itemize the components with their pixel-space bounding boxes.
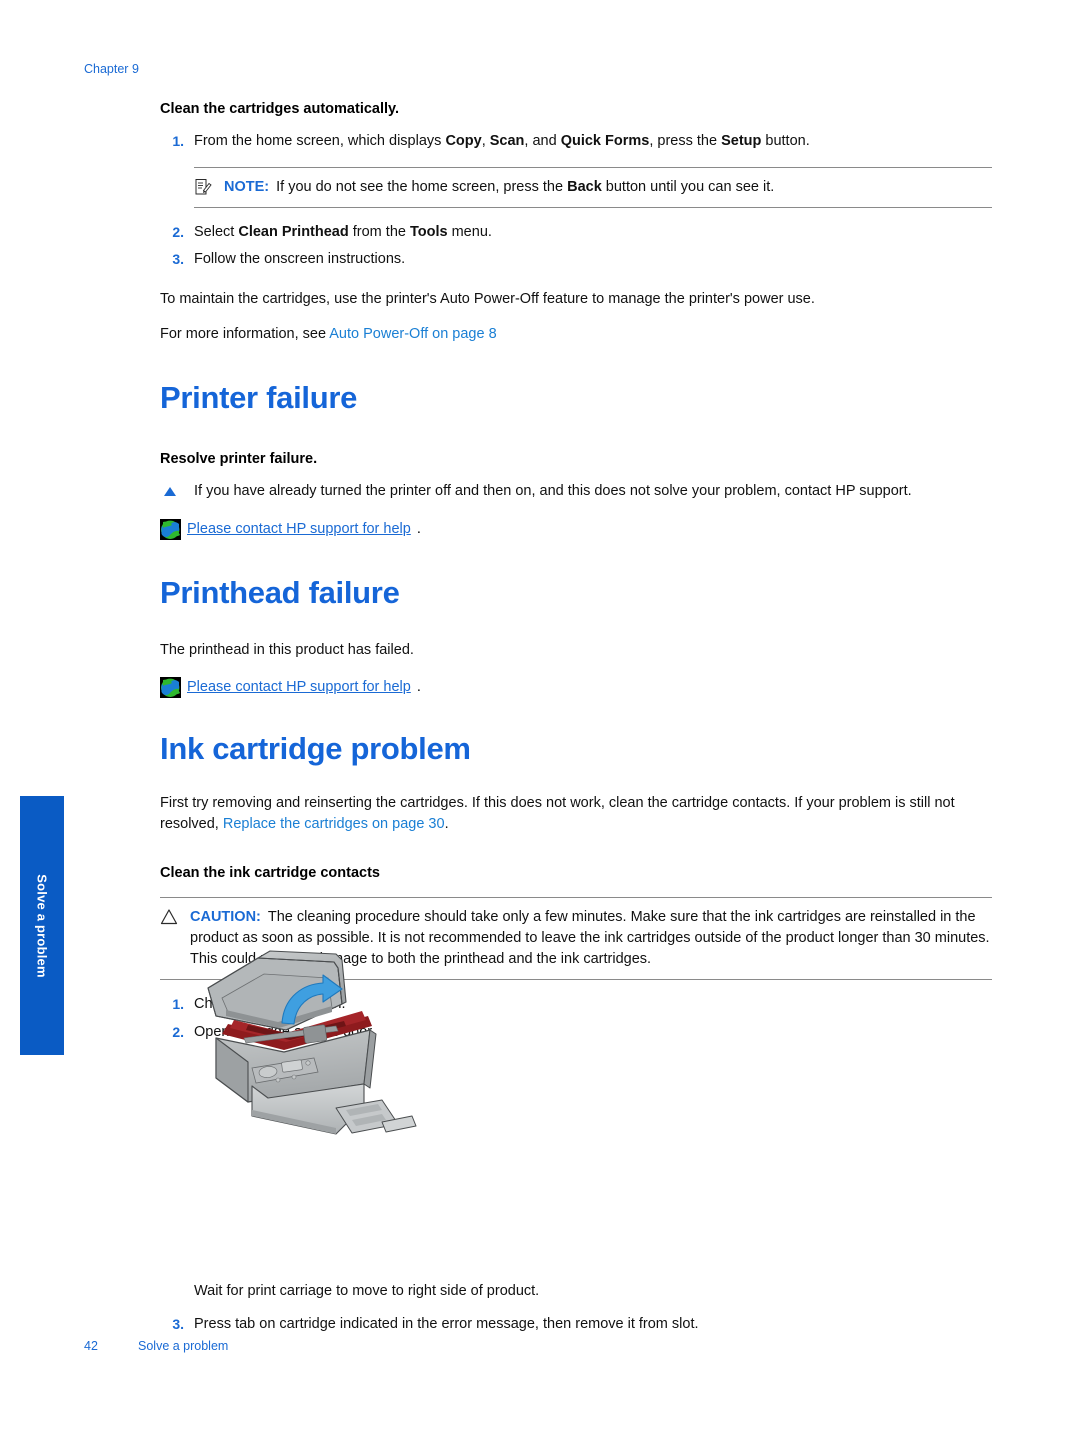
bold-back: Back <box>567 178 602 195</box>
page-footer: 42 Solve a problem <box>84 1339 228 1353</box>
step-text: Select Clean Printhead from the Tools me… <box>194 224 492 240</box>
step-number: 2. <box>172 1023 184 1040</box>
side-tab-solve-a-problem: Solve a problem <box>20 796 64 1055</box>
step-number: 3. <box>172 1316 184 1333</box>
heading-printhead-failure: Printhead failure <box>160 574 400 610</box>
step-text-part: , <box>481 132 490 149</box>
link-auto-power-off[interactable]: Auto Power-Off on page 8 <box>329 326 496 342</box>
clean-auto-step-1-list: 1. From the home screen, which displays … <box>160 131 992 153</box>
step-text-part: , and <box>524 132 561 149</box>
support-link-suffix: . <box>416 679 421 696</box>
bold-tools: Tools <box>409 223 448 240</box>
sub-head-clean-ink-cartridge-contacts: Clean the ink cartridge contacts <box>160 865 380 882</box>
bullet-text: If you have already turned the printer o… <box>194 483 912 500</box>
note-admonition: NOTE: If you do not see the home screen, … <box>194 166 992 208</box>
heading-printer-failure: Printer failure <box>160 380 358 416</box>
step-text-part: From the home screen, which displays <box>194 132 446 149</box>
clean-auto-steps-2-3-list: 2. Select Clean Printhead from the Tools… <box>160 222 992 272</box>
page-content: Clean the cartridges automatically. 1. F… <box>160 100 992 1342</box>
step-text-part: menu. <box>447 223 492 240</box>
warning-triangle-icon <box>160 908 178 926</box>
list-item: 3. Follow the onscreen instructions. <box>160 249 992 271</box>
link-contact-hp-support[interactable]: Please contact HP support for help <box>187 521 411 537</box>
printer-failure-bullet-list: If you have already turned the printer o… <box>160 481 992 503</box>
step-text-part: Select <box>194 223 239 240</box>
sub-head-resolve-printer-failure: Resolve printer failure. <box>160 451 318 468</box>
step-text-part: button. <box>761 132 810 149</box>
caution-label: CAUTION: <box>190 908 261 925</box>
triangle-bullet-icon <box>164 487 176 497</box>
clean-contacts-step-3-list: 3. Press tab on cartridge indicated in t… <box>160 1314 992 1336</box>
note-icon <box>194 178 212 196</box>
figure-caption-wait-for-carriage: Wait for print carriage to move to right… <box>194 1283 540 1300</box>
support-link-row-printhead-failure[interactable]: Please contact HP support for help . <box>160 676 992 698</box>
step-text-part: , press the <box>649 132 722 149</box>
globe-icon <box>160 676 181 698</box>
footer-section-name: Solve a problem <box>138 1339 229 1353</box>
printer-illustration <box>186 938 456 1150</box>
bold-quick-forms: Quick Forms <box>560 132 650 149</box>
paragraph-text-part: For more information, see <box>160 326 330 343</box>
list-item: If you have already turned the printer o… <box>160 481 992 503</box>
bold-copy: Copy <box>445 132 482 149</box>
step-number: 1. <box>172 132 184 149</box>
step-number: 3. <box>172 251 184 268</box>
footer-page-number: 42 <box>84 1339 98 1353</box>
paragraph-maintain-cartridges: To maintain the cartridges, use the prin… <box>160 291 815 308</box>
list-item: 1. From the home screen, which displays … <box>160 131 992 153</box>
list-item: 3. Press tab on cartridge indicated in t… <box>160 1314 992 1336</box>
paragraph-printhead-failed: The printhead in this product has failed… <box>160 641 414 658</box>
link-replace-cartridges[interactable]: Replace the cartridges on page 30 <box>223 816 445 832</box>
step-text: From the home screen, which displays Cop… <box>194 133 810 149</box>
note-label: NOTE: <box>224 178 270 195</box>
paragraph-text-part: . <box>444 816 449 833</box>
list-item: 2. Select Clean Printhead from the Tools… <box>160 222 992 244</box>
globe-icon <box>160 518 181 540</box>
bold-setup: Setup <box>721 132 762 149</box>
step-text: Press tab on cartridge indicated in the … <box>194 1316 699 1333</box>
sub-head-clean-cartridges-automatically: Clean the cartridges automatically. <box>160 101 400 117</box>
chapter-label: Chapter 9 <box>84 62 139 76</box>
note-text-part: If you do not see the home screen, press… <box>276 178 568 195</box>
link-contact-hp-support[interactable]: Please contact HP support for help <box>187 679 411 695</box>
support-link-row-printer-failure[interactable]: Please contact HP support for help . <box>160 518 992 540</box>
bold-clean-printhead: Clean Printhead <box>238 223 349 240</box>
step-number: 2. <box>172 223 184 240</box>
heading-ink-cartridge-problem: Ink cartridge problem <box>160 730 471 766</box>
step-number: 1. <box>172 995 184 1012</box>
bold-scan: Scan <box>489 132 525 149</box>
document-page: Solve a problem Chapter 9 Clean the cart… <box>0 0 1080 1437</box>
step-text-part: from the <box>348 223 410 240</box>
side-tab-label: Solve a problem <box>34 873 50 978</box>
paragraph-more-information: For more information, see Auto Power-Off… <box>160 324 992 345</box>
support-link-suffix: . <box>416 521 421 538</box>
note-text-part: button until you can see it. <box>601 178 775 195</box>
paragraph-ink-cartridge-intro: First try removing and reinserting the c… <box>160 793 992 835</box>
step-text: Follow the onscreen instructions. <box>194 251 406 268</box>
